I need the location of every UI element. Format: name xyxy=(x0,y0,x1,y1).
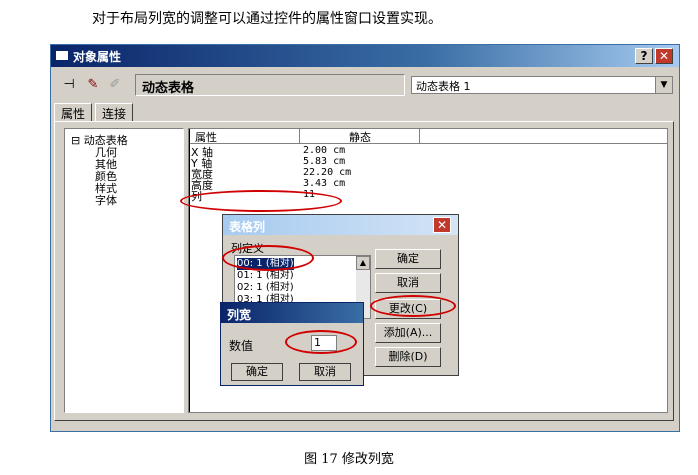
grid-row-value[interactable]: 3.43 cm xyxy=(303,178,345,189)
tree-item-font[interactable]: 字体 xyxy=(95,192,117,208)
object-select-value: 动态表格 1 xyxy=(416,80,471,93)
ok-button[interactable]: 确定 xyxy=(231,363,283,381)
cancel-button[interactable]: 取消 xyxy=(299,363,351,381)
cancel-button[interactable]: 取消 xyxy=(375,273,441,293)
dialog-titlebar[interactable]: 列宽 xyxy=(221,303,363,323)
window-titlebar[interactable]: 对象属性 ? ✕ xyxy=(51,45,679,67)
column-divider[interactable] xyxy=(419,129,420,143)
grid-header: 属性 静态 xyxy=(189,129,667,144)
pin-icon[interactable]: ⊣ xyxy=(59,76,79,94)
dialog-titlebar[interactable]: 表格列 ✕ xyxy=(223,215,458,235)
highlight-ellipse xyxy=(370,295,456,317)
delete-button[interactable]: 删除(D) xyxy=(375,347,441,367)
grid-row-value[interactable]: 5.83 cm xyxy=(303,156,345,167)
column-divider[interactable] xyxy=(299,129,300,143)
window-icon xyxy=(55,50,69,61)
edit-tool-icon[interactable]: ✐ xyxy=(105,76,125,94)
pick-tool-icon[interactable]: ✎ xyxy=(83,76,103,94)
object-name-field: 动态表格 xyxy=(135,74,405,96)
help-button[interactable]: ? xyxy=(635,48,653,64)
scroll-up-icon[interactable]: ▲ xyxy=(356,256,370,270)
value-label: 数值 xyxy=(229,339,254,353)
tab-properties[interactable]: 属性 xyxy=(54,103,93,121)
highlight-ellipse xyxy=(180,190,342,212)
grid-header-value: 静态 xyxy=(349,131,371,144)
ok-button[interactable]: 确定 xyxy=(375,249,441,269)
figure-caption: 图 17 修改列宽 xyxy=(304,452,394,467)
chevron-down-icon[interactable]: ▼ xyxy=(655,77,672,93)
grid-row-value[interactable]: 2.00 cm xyxy=(303,145,345,156)
collapse-icon[interactable]: ⊟ xyxy=(71,134,80,147)
dialog-title: 表格列 xyxy=(229,220,266,234)
list-item[interactable]: 01: 1 (相对) xyxy=(237,270,294,282)
add-button[interactable]: 添加(A)... xyxy=(375,323,441,343)
dialog-title: 列宽 xyxy=(227,308,252,322)
close-button[interactable]: ✕ xyxy=(655,48,673,64)
highlight-ellipse xyxy=(285,330,357,354)
object-select[interactable]: 动态表格 1 ▼ xyxy=(411,76,673,94)
close-icon[interactable]: ✕ xyxy=(433,217,451,233)
window-title: 对象属性 xyxy=(73,50,122,64)
intro-text: 对于布局列宽的调整可以通过控件的属性窗口设置实现。 xyxy=(92,11,442,27)
grid-left-border xyxy=(189,129,190,412)
property-tree: ⊟ 动态表格 几何 其他 颜色 样式 字体 xyxy=(64,128,184,413)
highlight-ellipse xyxy=(222,245,314,271)
grid-row-value[interactable]: 22.20 cm xyxy=(303,167,351,178)
grid-header-name: 属性 xyxy=(195,131,217,144)
list-item[interactable]: 02: 1 (相对) xyxy=(237,282,294,294)
tab-connect[interactable]: 连接 xyxy=(95,103,134,121)
